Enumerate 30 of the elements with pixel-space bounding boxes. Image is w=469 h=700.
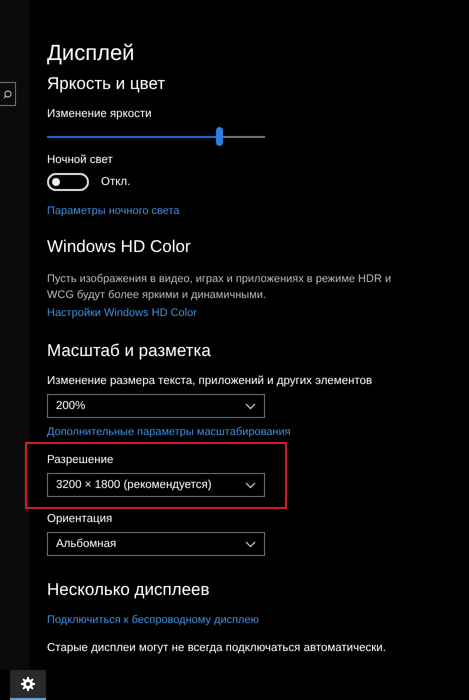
search-icon [3,90,12,98]
note-text: Старые дисплеи могут не всегда подключаться автоматически. [47,642,386,654]
section-heading: Несколько дисплеев [47,580,210,600]
toggle-state: Откл. [101,176,130,188]
setting-label: Ориентация [47,513,114,525]
dropdown[interactable]: 200% [47,394,265,418]
dropdown[interactable]: 3200 × 1800 (рекомендуется) [47,473,265,497]
page-title: Дисплей [47,40,134,66]
settings-button[interactable] [10,670,46,700]
setting-label: Изменение яркости [47,108,152,120]
setting-label: Изменение размера текста, приложений и других элементов [47,375,372,387]
toggle-switch[interactable] [47,173,89,191]
section-heading: Яркость и цвет [47,74,166,94]
dropdown[interactable]: Альбомная [47,532,265,556]
settings-link[interactable]: Параметры ночного света [47,205,180,217]
description-text: Пусть изображения в видео, играх и приложениях в режиме HDR и WCG будут более яркими и динамичными. [47,272,392,303]
setting-label: Ночной свет [47,154,113,166]
settings-link[interactable]: Подключиться к беспроводному дисплею [47,614,259,626]
chevron-down-icon [245,540,256,548]
settings-link[interactable]: Дополнительные параметры масштабирования [47,426,291,438]
brightness-slider[interactable] [47,127,265,146]
section-heading: Масштаб и разметка [47,341,211,361]
search-field[interactable] [0,82,16,106]
setting-label: Разрешение [47,454,114,466]
slider-thumb[interactable] [216,127,224,146]
settings-icon [20,676,36,692]
settings-link[interactable]: Настройки Windows HD Color [47,307,197,319]
section-heading: Windows HD Color [47,237,191,257]
chevron-down-icon [245,482,256,488]
chevron-down-icon [245,402,256,410]
